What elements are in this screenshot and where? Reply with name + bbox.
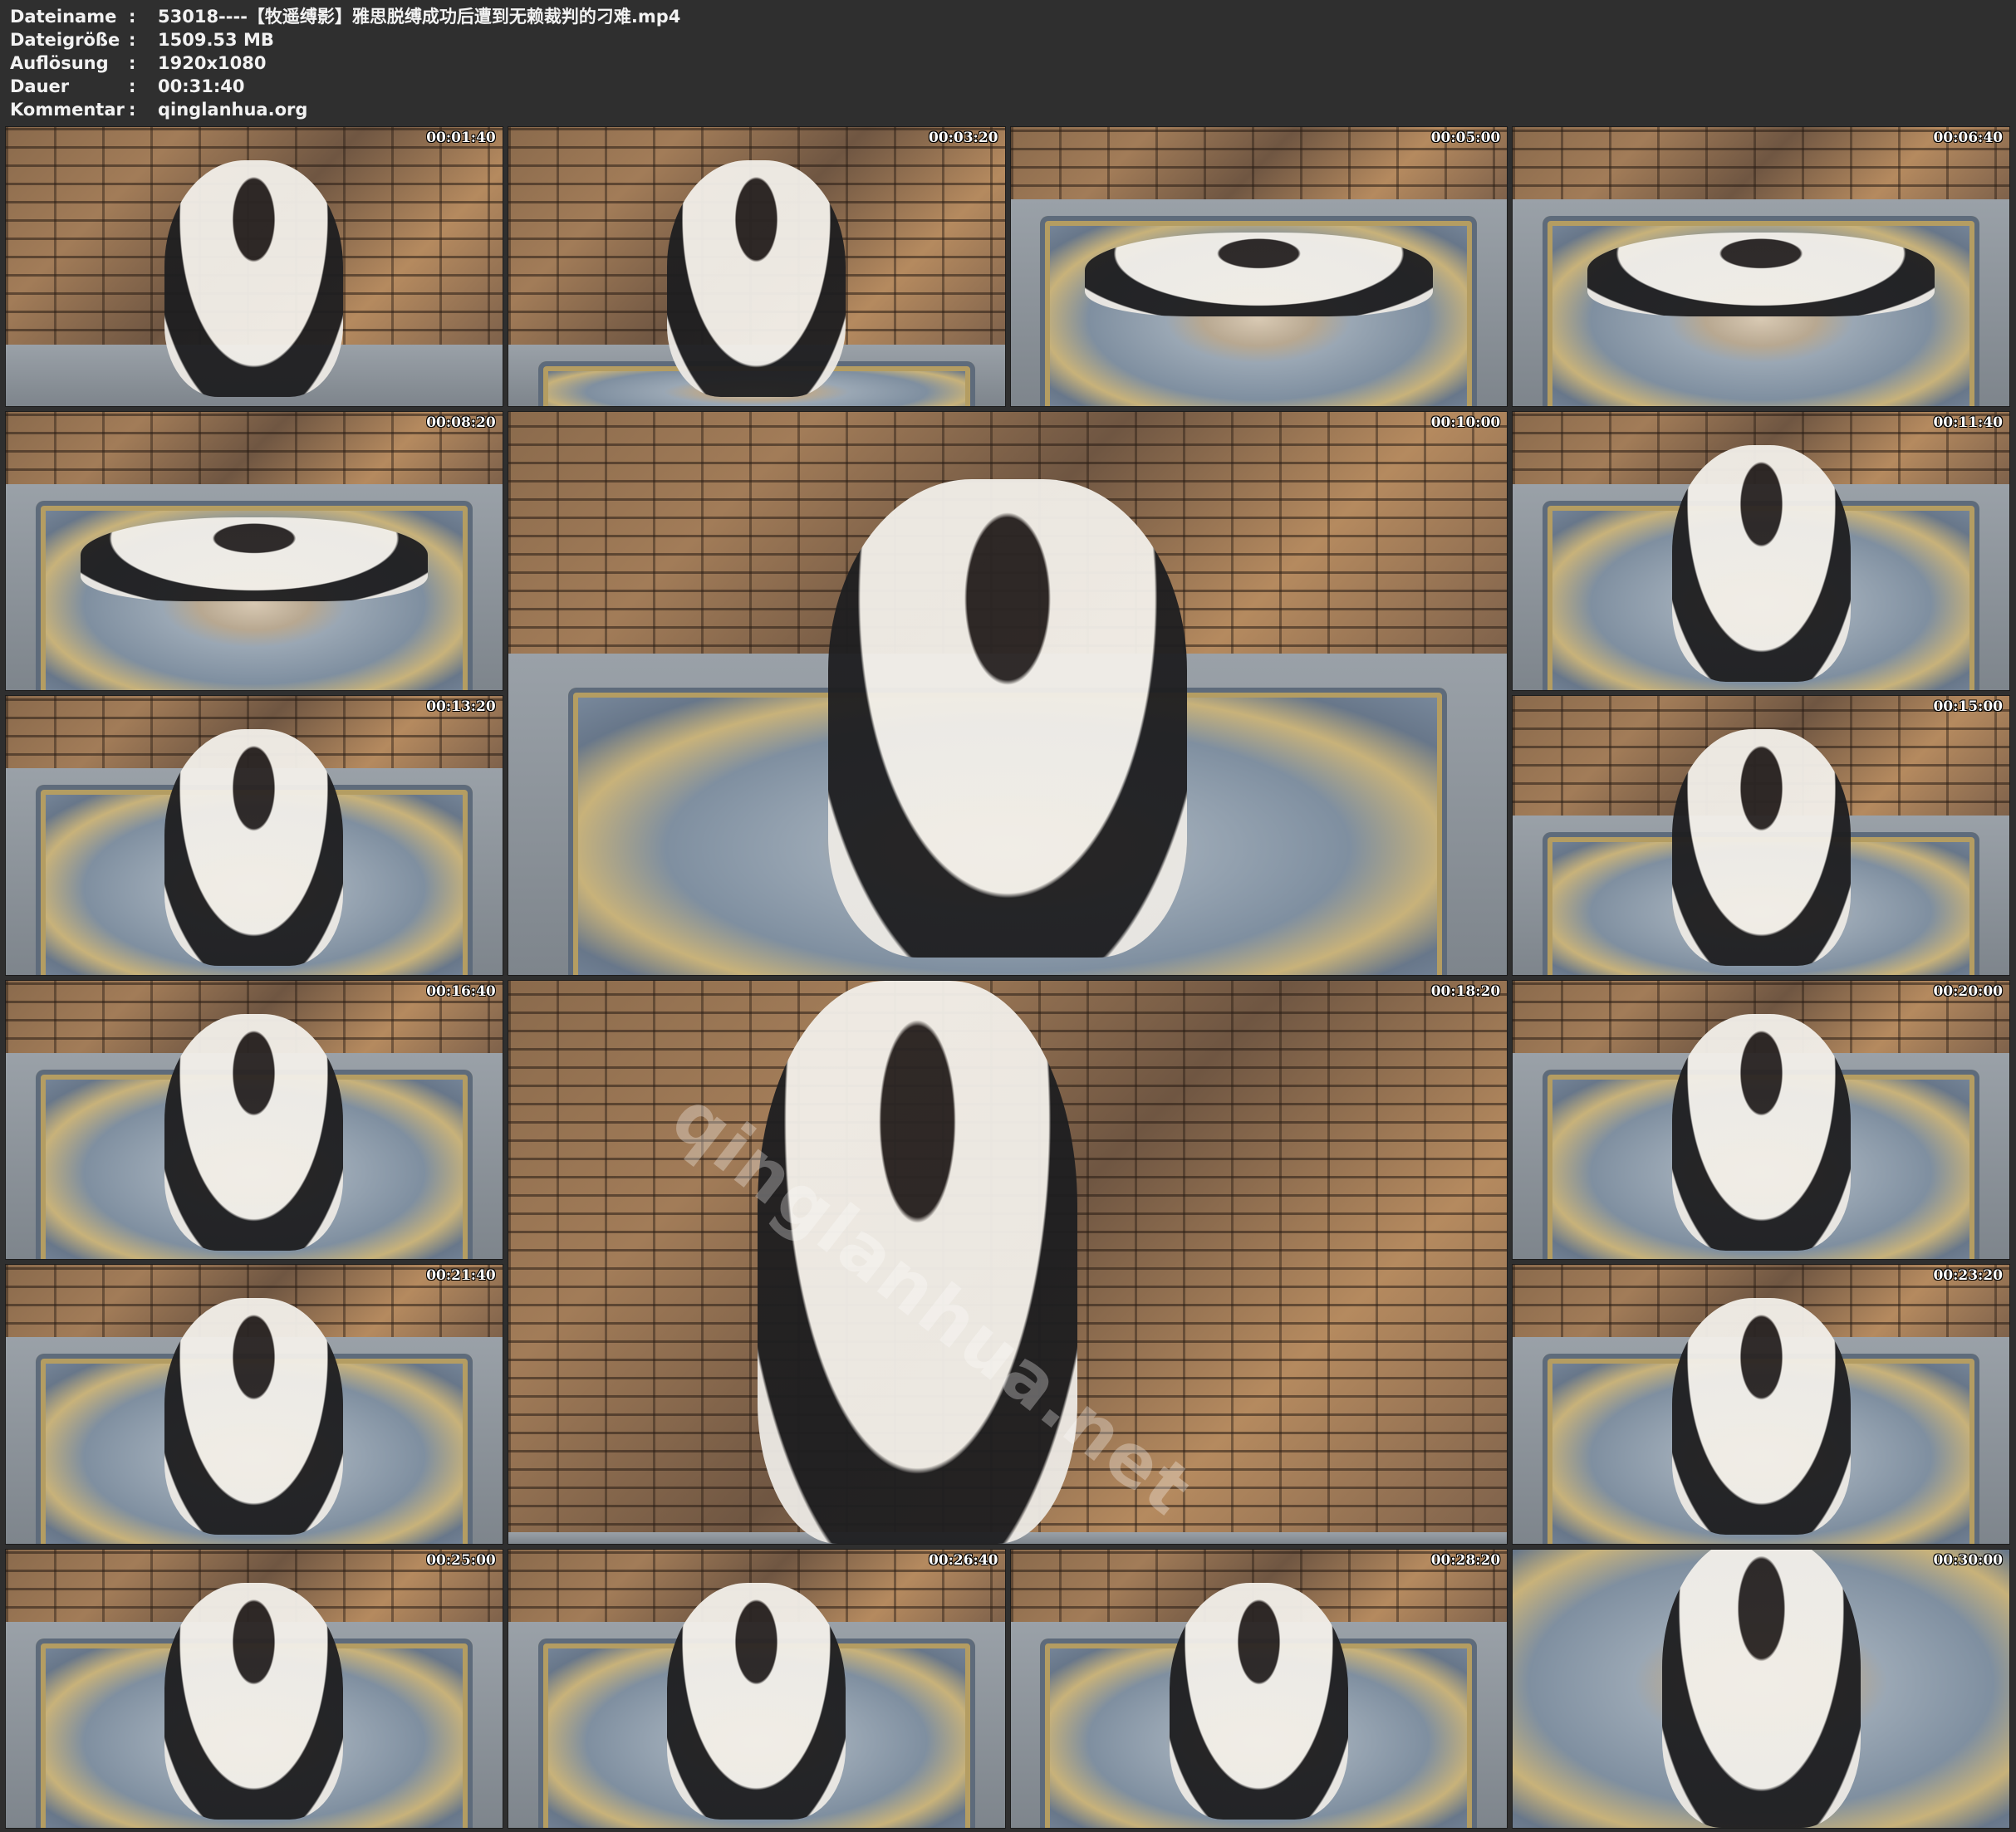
video-thumbnail[interactable]: 00:30:00 bbox=[1512, 1548, 2010, 1829]
person-figure bbox=[1671, 1298, 1851, 1536]
thumbnail-timestamp: 00:28:20 bbox=[1430, 1551, 1501, 1569]
video-thumbnail[interactable]: 00:21:40 bbox=[5, 1264, 503, 1545]
info-row-duration: Dauer : 00:31:40 bbox=[10, 75, 680, 98]
thumbnail-timestamp: 00:20:00 bbox=[1933, 982, 2003, 1000]
person-figure bbox=[164, 1298, 344, 1536]
thumbnail-timestamp: 00:01:40 bbox=[426, 130, 496, 146]
person-figure bbox=[1587, 233, 1935, 317]
info-colon: : bbox=[129, 100, 136, 120]
thumbnail-timestamp: 00:11:40 bbox=[1933, 414, 2003, 431]
video-thumbnail[interactable]: 00:08:20 bbox=[5, 410, 503, 691]
thumbnail-timestamp: 00:25:00 bbox=[426, 1551, 496, 1569]
info-value: 00:31:40 bbox=[158, 76, 245, 96]
person-figure bbox=[164, 160, 344, 398]
thumbnail-grid: 00:01:40 00:03:20 00:05:00 00:06:40 00:08:20… bbox=[5, 126, 2010, 1829]
person-figure bbox=[1671, 729, 1851, 967]
info-key: Dauer bbox=[10, 76, 70, 96]
info-key: Dateiname bbox=[10, 7, 117, 27]
video-thumbnail[interactable]: 00:10:00 bbox=[507, 410, 1508, 976]
info-value: 1509.53 MB bbox=[158, 30, 274, 50]
thumbnail-timestamp: 00:05:00 bbox=[1430, 130, 1501, 146]
video-thumbnail[interactable]: 00:26:40 bbox=[507, 1548, 1006, 1829]
thumbnail-timestamp: 00:30:00 bbox=[1933, 1551, 2003, 1569]
person-figure bbox=[164, 1013, 344, 1251]
info-row-resolution: Auflösung : 1920x1080 bbox=[10, 51, 680, 75]
video-thumbnail[interactable]: 00:05:00 bbox=[1009, 126, 1508, 407]
video-thumbnail[interactable]: 00:13:20 bbox=[5, 695, 503, 976]
info-key: Auflösung bbox=[10, 53, 109, 73]
person-figure bbox=[80, 517, 429, 601]
info-key: Dateigröße bbox=[10, 30, 120, 50]
thumbnail-timestamp: 00:03:20 bbox=[928, 130, 998, 146]
info-colon: : bbox=[129, 53, 136, 73]
person-figure bbox=[1169, 1582, 1348, 1820]
thumbnail-timestamp: 00:13:20 bbox=[426, 698, 496, 715]
info-key: Kommentar bbox=[10, 100, 125, 120]
person-figure bbox=[1671, 1013, 1851, 1251]
info-colon: : bbox=[129, 30, 136, 50]
person-figure bbox=[667, 1582, 846, 1820]
thumbnail-timestamp: 00:26:40 bbox=[928, 1551, 998, 1569]
thumbnail-timestamp: 00:08:20 bbox=[426, 414, 496, 431]
thumbnail-timestamp: 00:23:20 bbox=[1933, 1267, 2003, 1284]
info-value: 1920x1080 bbox=[158, 53, 267, 73]
video-thumbnail[interactable]: 00:25:00 bbox=[5, 1548, 503, 1829]
thumbnail-timestamp: 00:18:20 bbox=[1430, 982, 1501, 1000]
video-thumbnail[interactable]: 00:15:00 bbox=[1512, 695, 2010, 976]
video-thumbnail[interactable]: 00:20:00 bbox=[1512, 979, 2010, 1260]
video-thumbnail[interactable]: 00:11:40 bbox=[1512, 410, 2010, 691]
thumbnail-timestamp: 00:10:00 bbox=[1430, 414, 1501, 431]
info-value: 53018----【牧遥缚影】雅思脱缚成功后遭到无赖裁判的刁难.mp4 bbox=[158, 7, 681, 27]
person-figure bbox=[164, 1582, 344, 1820]
person-figure bbox=[667, 160, 846, 398]
video-thumbnail[interactable]: 00:06:40 bbox=[1512, 126, 2010, 407]
person-figure bbox=[164, 729, 344, 967]
thumbnail-timestamp: 00:16:40 bbox=[426, 982, 496, 1000]
info-row-filesize: Dateigröße : 1509.53 MB bbox=[10, 28, 680, 51]
thumbnail-timestamp: 00:21:40 bbox=[426, 1267, 496, 1284]
info-row-comment: Kommentar : qinglanhua.org bbox=[10, 98, 680, 121]
file-info-panel: Dateiname : 53018----【牧遥缚影】雅思脱缚成功后遭到无赖裁判… bbox=[10, 5, 680, 121]
info-colon: : bbox=[129, 76, 136, 96]
person-figure bbox=[827, 478, 1188, 958]
video-thumbnail[interactable]: 00:16:40 bbox=[5, 979, 503, 1260]
info-colon: : bbox=[129, 7, 136, 27]
person-figure bbox=[758, 980, 1078, 1544]
video-thumbnail[interactable]: 00:28:20 bbox=[1009, 1548, 1508, 1829]
video-thumbnail[interactable]: 00:23:20 bbox=[1512, 1264, 2010, 1545]
person-figure bbox=[1085, 233, 1433, 317]
info-row-filename: Dateiname : 53018----【牧遥缚影】雅思脱缚成功后遭到无赖裁判… bbox=[10, 5, 680, 28]
thumbnail-timestamp: 00:15:00 bbox=[1933, 698, 2003, 715]
thumbnail-timestamp: 00:06:40 bbox=[1933, 130, 2003, 146]
video-thumbnail[interactable]: 00:03:20 bbox=[507, 126, 1006, 407]
info-value: qinglanhua.org bbox=[158, 100, 308, 120]
video-thumbnail[interactable]: 00:01:40 bbox=[5, 126, 503, 407]
person-figure bbox=[1661, 1549, 1861, 1828]
person-figure bbox=[1671, 444, 1851, 682]
video-thumbnail[interactable]: 00:18:20 bbox=[507, 979, 1508, 1545]
